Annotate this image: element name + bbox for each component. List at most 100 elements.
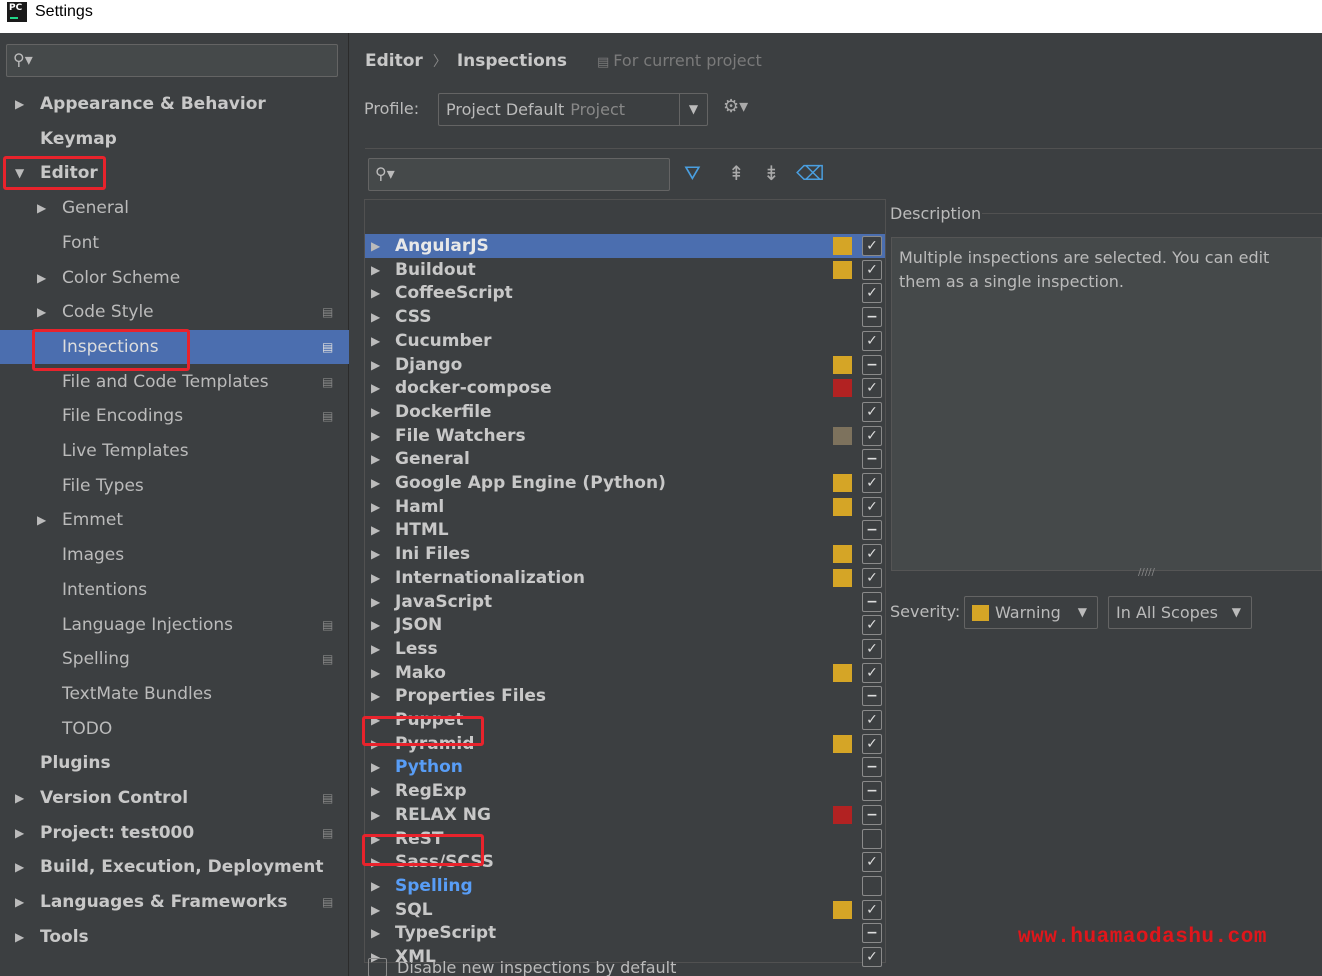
inspection-checkbox[interactable]: − xyxy=(862,307,882,328)
chevron-right-icon[interactable]: ▶ xyxy=(371,684,380,708)
chevron-right-icon[interactable]: ▶ xyxy=(371,898,380,922)
chevron-right-icon[interactable]: ▶ xyxy=(371,779,380,803)
reset-eraser-icon[interactable]: ⌫ xyxy=(796,161,824,185)
chevron-right-icon[interactable]: ▶ xyxy=(371,921,380,945)
inspection-checkbox[interactable]: − xyxy=(862,804,882,825)
profile-dropdown[interactable]: Project Default Project ▼ xyxy=(438,93,708,126)
inspection-checkbox[interactable]: ✓ xyxy=(862,259,882,280)
chevron-right-icon[interactable]: ▶ xyxy=(371,281,380,305)
sidebar-item[interactable]: Keymap xyxy=(0,122,349,156)
inspection-checkbox[interactable]: ✓ xyxy=(862,378,882,399)
inspection-row[interactable]: ▶ Pyramid ✓ xyxy=(365,732,885,756)
chevron-right-icon[interactable]: ▶ xyxy=(15,816,24,850)
inspection-checkbox[interactable]: ✓ xyxy=(862,615,882,636)
inspection-row[interactable]: ▶ RegExp − xyxy=(365,779,885,803)
chevron-right-icon[interactable]: ▶ xyxy=(15,87,24,121)
sidebar-item[interactable]: ▶ Tools xyxy=(0,920,349,954)
chevron-right-icon[interactable]: ▶ xyxy=(371,447,380,471)
chevron-right-icon[interactable]: ▶ xyxy=(371,234,380,258)
chevron-right-icon[interactable]: ▶ xyxy=(371,803,380,827)
inspection-row[interactable]: ▶ Puppet ✓ xyxy=(365,708,885,732)
sidebar-item[interactable]: Plugins xyxy=(0,746,349,780)
chevron-right-icon[interactable]: ▶ xyxy=(15,885,24,919)
inspection-checkbox[interactable]: ✓ xyxy=(862,710,882,730)
sidebar-item[interactable]: File and Code Templates ▤ xyxy=(0,365,349,399)
chevron-right-icon[interactable]: ▶ xyxy=(371,708,380,732)
inspection-row[interactable]: ▶ ReST xyxy=(365,827,885,851)
breadcrumb-editor[interactable]: Editor xyxy=(365,51,423,71)
chevron-right-icon[interactable]: ▶ xyxy=(37,295,46,329)
chevron-right-icon[interactable]: ▶ xyxy=(371,637,380,661)
sidebar-item[interactable]: TextMate Bundles xyxy=(0,677,349,711)
inspection-row[interactable]: ▶ File Watchers ✓ xyxy=(365,424,885,448)
inspection-checkbox[interactable]: − xyxy=(862,686,882,707)
filter-icon[interactable]: ⛛ xyxy=(684,161,701,185)
chevron-right-icon[interactable]: ▶ xyxy=(371,471,380,495)
sidebar-item[interactable]: ▶ Emmet xyxy=(0,503,349,537)
inspection-checkbox[interactable]: ✓ xyxy=(862,852,882,873)
chevron-right-icon[interactable]: ▶ xyxy=(371,732,380,756)
inspection-row[interactable]: ▶ AngularJS ✓ xyxy=(365,234,885,258)
chevron-down-icon[interactable]: ▼ xyxy=(15,156,24,190)
inspection-checkbox[interactable]: ✓ xyxy=(862,473,882,493)
inspection-row[interactable]: ▶ Python − xyxy=(365,755,885,779)
chevron-right-icon[interactable]: ▶ xyxy=(371,755,380,779)
chevron-right-icon[interactable]: ▶ xyxy=(371,258,380,282)
chevron-right-icon[interactable]: ▶ xyxy=(371,566,380,590)
chevron-right-icon[interactable]: ▶ xyxy=(371,661,380,685)
inspection-checkbox[interactable]: − xyxy=(862,757,882,778)
inspection-checkbox[interactable]: ✓ xyxy=(862,899,882,920)
inspection-row[interactable]: ▶ Cucumber ✓ xyxy=(365,329,885,353)
inspection-row[interactable]: ▶ CSS − xyxy=(365,305,885,329)
inspection-checkbox[interactable] xyxy=(862,828,882,849)
chevron-right-icon[interactable]: ▶ xyxy=(371,590,380,614)
inspection-row[interactable]: ▶ HTML − xyxy=(365,518,885,542)
inspection-checkbox[interactable]: ✓ xyxy=(862,638,882,659)
inspection-row[interactable]: ▶ RELAX NG − xyxy=(365,803,885,827)
sidebar-item[interactable]: TODO xyxy=(0,712,349,746)
inspection-checkbox[interactable] xyxy=(862,875,882,896)
inspection-checkbox[interactable]: ✓ xyxy=(862,662,882,683)
inspection-checkbox[interactable]: ✓ xyxy=(862,947,882,967)
chevron-right-icon[interactable]: ▶ xyxy=(371,329,380,353)
disable-new-inspections-checkbox[interactable] xyxy=(368,958,387,976)
inspection-checkbox[interactable]: − xyxy=(862,520,882,541)
inspection-row[interactable]: ▶ TypeScript − xyxy=(365,921,885,945)
inspection-checkbox[interactable]: ✓ xyxy=(862,567,882,588)
inspection-checkbox[interactable]: ✓ xyxy=(862,544,882,565)
inspection-row[interactable]: ▶ Less ✓ xyxy=(365,637,885,661)
inspection-row[interactable]: ▶ Properties Files − xyxy=(365,684,885,708)
inspection-checkbox[interactable]: − xyxy=(862,923,882,944)
chevron-right-icon[interactable]: ▶ xyxy=(371,424,380,448)
sidebar-item[interactable]: File Encodings ▤ xyxy=(0,399,349,433)
chevron-right-icon[interactable]: ▶ xyxy=(371,376,380,400)
inspection-row[interactable]: ▶ Spelling xyxy=(365,874,885,898)
inspection-checkbox[interactable]: ✓ xyxy=(862,330,882,351)
inspection-row[interactable]: ▶ JavaScript − xyxy=(365,590,885,614)
sidebar-item[interactable]: Inspections ▤ xyxy=(0,329,349,364)
inspection-checkbox[interactable]: ✓ xyxy=(862,496,882,517)
chevron-right-icon[interactable]: ▶ xyxy=(371,353,380,377)
chevron-right-icon[interactable]: ▶ xyxy=(371,874,380,898)
inspection-row[interactable]: ▶ Google App Engine (Python) ✓ xyxy=(365,471,885,495)
inspection-row[interactable]: ▶ CoffeeScript ✓ xyxy=(365,281,885,305)
chevron-right-icon[interactable]: ▶ xyxy=(371,542,380,566)
inspection-row[interactable]: ▶ Ini Files ✓ xyxy=(365,542,885,566)
sidebar-item[interactable]: Intentions xyxy=(0,573,349,607)
collapse-all-icon[interactable]: ⇟ xyxy=(763,161,780,185)
sidebar-item[interactable]: File Types xyxy=(0,469,349,503)
inspection-checkbox[interactable]: ✓ xyxy=(862,425,882,446)
splitter-handle[interactable]: ///// xyxy=(1138,567,1155,578)
chevron-right-icon[interactable]: ▶ xyxy=(15,920,24,954)
sidebar-item[interactable]: Font xyxy=(0,226,349,260)
expand-all-icon[interactable]: ⇞ xyxy=(728,161,745,185)
sidebar-item[interactable]: ▶ Version Control ▤ xyxy=(0,781,349,815)
inspection-checkbox[interactable]: − xyxy=(862,449,882,470)
inspection-row[interactable]: ▶ Django − xyxy=(365,353,885,377)
severity-dropdown[interactable]: Warning ▼ xyxy=(964,596,1098,629)
gear-icon[interactable]: ⚙▾ xyxy=(723,96,748,117)
sidebar-item[interactable]: Images xyxy=(0,538,349,572)
chevron-right-icon[interactable]: ▶ xyxy=(371,827,380,851)
chevron-right-icon[interactable]: ▶ xyxy=(37,503,46,537)
sidebar-item[interactable]: Language Injections ▤ xyxy=(0,608,349,642)
